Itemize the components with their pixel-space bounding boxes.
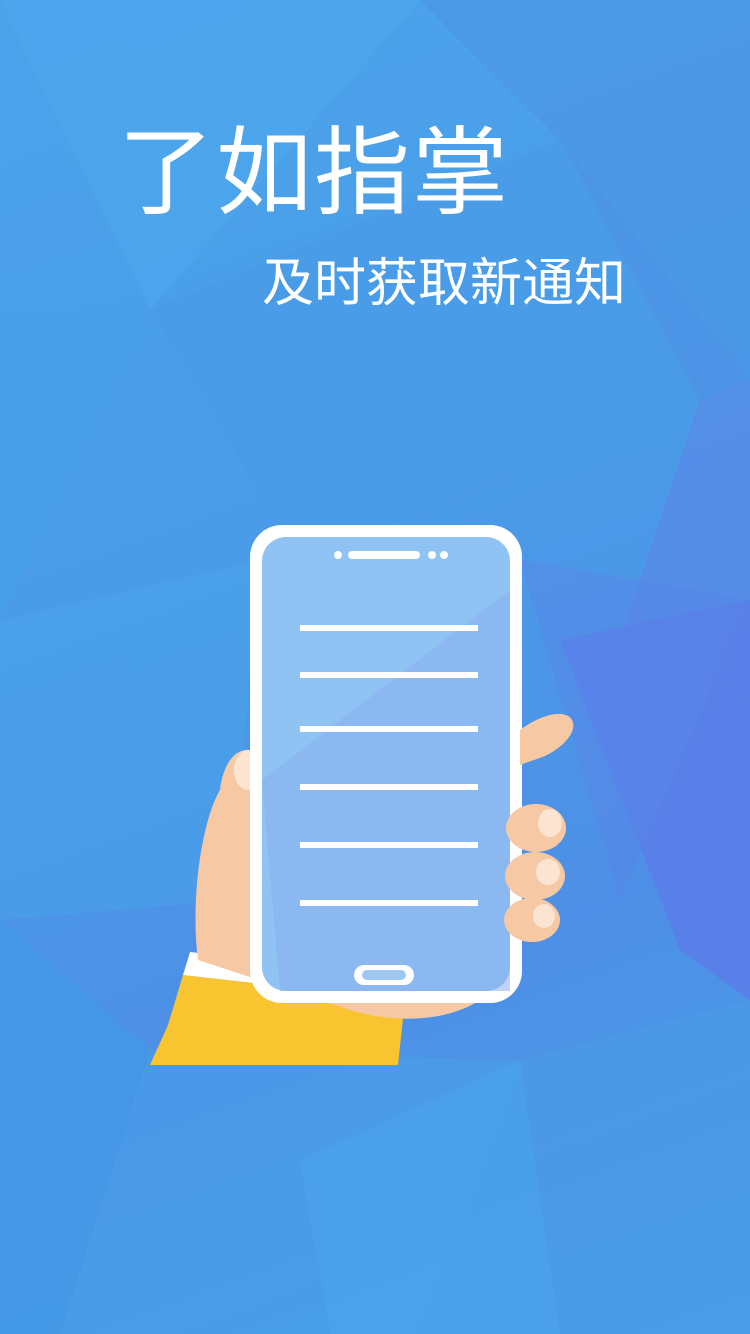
page-subtitle: 及时获取新通知 <box>262 254 627 314</box>
list-line <box>300 672 478 678</box>
list-line <box>300 784 478 790</box>
hand-holding-phone-icon <box>150 525 574 1065</box>
page-title: 了如指掌 <box>118 117 510 229</box>
list-line <box>300 625 478 631</box>
index-finger <box>520 713 574 765</box>
phone-speaker <box>348 551 420 559</box>
list-line <box>300 900 478 906</box>
splash-screen: 了如指掌 及时获取新通知 <box>0 0 750 1334</box>
list-line <box>300 842 478 848</box>
list-line <box>300 726 478 732</box>
